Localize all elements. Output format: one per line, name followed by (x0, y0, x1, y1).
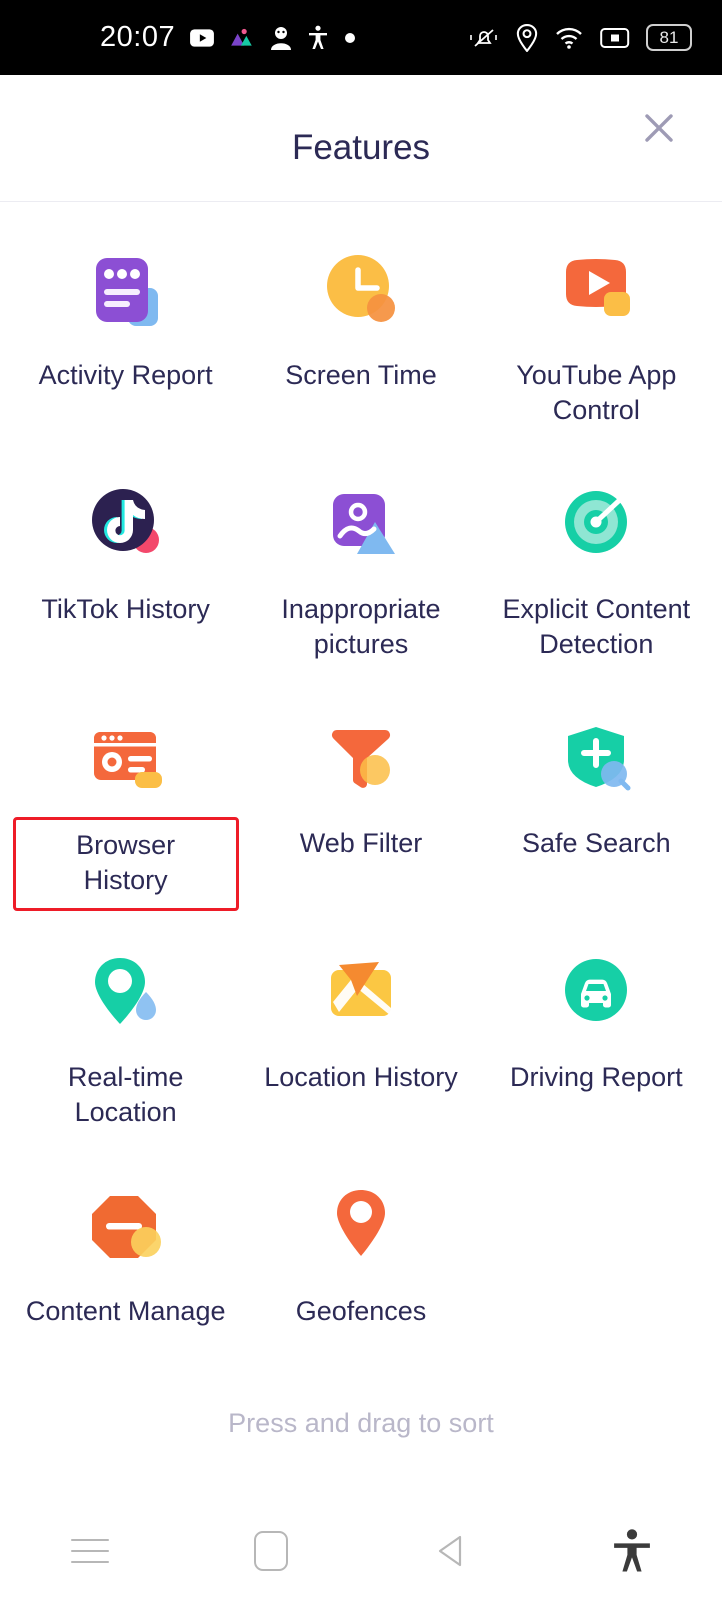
back-button[interactable] (361, 1496, 542, 1606)
feature-label: Content Manage (25, 1296, 226, 1326)
status-bar: 20:07 81 (0, 0, 722, 75)
feature-driving-report[interactable]: Driving Report (479, 928, 714, 1162)
youtube-icon (189, 25, 215, 51)
dot-icon (343, 31, 357, 45)
feature-screen-time[interactable]: Screen Time (243, 226, 478, 460)
feature-label: Browser History (12, 817, 239, 911)
feature-label: Explicit Content Detection (502, 594, 691, 659)
page-title: Features (291, 128, 431, 167)
feature-browser-history[interactable]: Browser History (8, 694, 243, 928)
inappropriate-pictures-icon (313, 476, 409, 572)
explicit-content-detection-icon (548, 476, 644, 572)
feature-label: TikTok History (41, 594, 210, 624)
recents-button[interactable] (0, 1496, 181, 1606)
phone-screen: 20:07 81 Features Activity Report Screen… (0, 0, 722, 1606)
feature-content-manage[interactable]: Content Manage (8, 1162, 243, 1396)
screen-record-icon (600, 26, 630, 50)
feature-label: Web Filter (299, 828, 423, 858)
feature-web-filter[interactable]: Web Filter (243, 694, 478, 928)
battery-level: 81 (659, 27, 679, 47)
contact-avatar-icon (269, 25, 293, 51)
feature-location-history[interactable]: Location History (243, 928, 478, 1162)
feature-activity-report[interactable]: Activity Report (8, 226, 243, 460)
sort-hint: Press and drag to sort (228, 1408, 494, 1438)
status-bar-left: 20:07 (100, 21, 357, 54)
status-bar-right: 81 (468, 0, 692, 75)
close-button[interactable] (636, 105, 682, 151)
tiktok-history-icon (78, 476, 174, 572)
square-icon (253, 1531, 288, 1571)
hamburger-icon (71, 1539, 110, 1563)
web-filter-icon (313, 710, 409, 806)
feature-label: Activity Report (38, 360, 213, 390)
accessibility-icon (307, 25, 329, 51)
page-header: Features (0, 75, 722, 202)
youtube-app-control-icon (548, 242, 644, 338)
geofences-icon (313, 1178, 409, 1274)
feature-real-time-location[interactable]: Real-time Location (8, 928, 243, 1162)
activity-report-icon (78, 242, 174, 338)
feature-label: Location History (264, 1062, 458, 1092)
battery-indicator: 81 (646, 24, 692, 51)
feature-inappropriate-pictures[interactable]: Inappropriate pictures (243, 460, 478, 694)
real-time-location-icon (78, 944, 174, 1040)
triangle-left-icon (439, 1535, 462, 1567)
feature-label: Driving Report (510, 1062, 683, 1092)
accessibility-person-icon (613, 1529, 650, 1572)
feature-tiktok-history[interactable]: TikTok History (8, 460, 243, 694)
accessibility-button[interactable] (542, 1496, 722, 1606)
features-grid: Activity Report Screen Time YouTube App … (0, 202, 722, 1396)
feature-label: Screen Time (285, 360, 437, 390)
feature-youtube-app-control[interactable]: YouTube App Control (479, 226, 714, 460)
content-manage-icon (78, 1178, 174, 1274)
feature-label: Inappropriate pictures (281, 594, 441, 659)
feature-geofences[interactable]: Geofences (243, 1162, 478, 1396)
status-clock: 20:07 (100, 21, 176, 53)
driving-report-icon (548, 944, 644, 1040)
close-icon (645, 114, 673, 142)
screen-time-icon (313, 242, 409, 338)
wifi-icon (554, 25, 584, 51)
feature-label: Geofences (295, 1296, 427, 1326)
browser-history-icon (78, 710, 174, 806)
location-icon (516, 23, 538, 52)
safe-search-icon (548, 710, 644, 806)
feature-label: YouTube App Control (516, 360, 677, 425)
home-button[interactable] (181, 1496, 362, 1606)
ringer-silent-icon (468, 25, 500, 51)
location-history-icon (313, 944, 409, 1040)
system-navigation-bar (0, 1496, 722, 1606)
feature-safe-search[interactable]: Safe Search (479, 694, 714, 928)
feature-label: Safe Search (522, 828, 671, 858)
app-multicolor-icon (229, 25, 255, 51)
feature-explicit-content-detection[interactable]: Explicit Content Detection (479, 460, 714, 694)
feature-label: Real-time Location (67, 1062, 184, 1127)
